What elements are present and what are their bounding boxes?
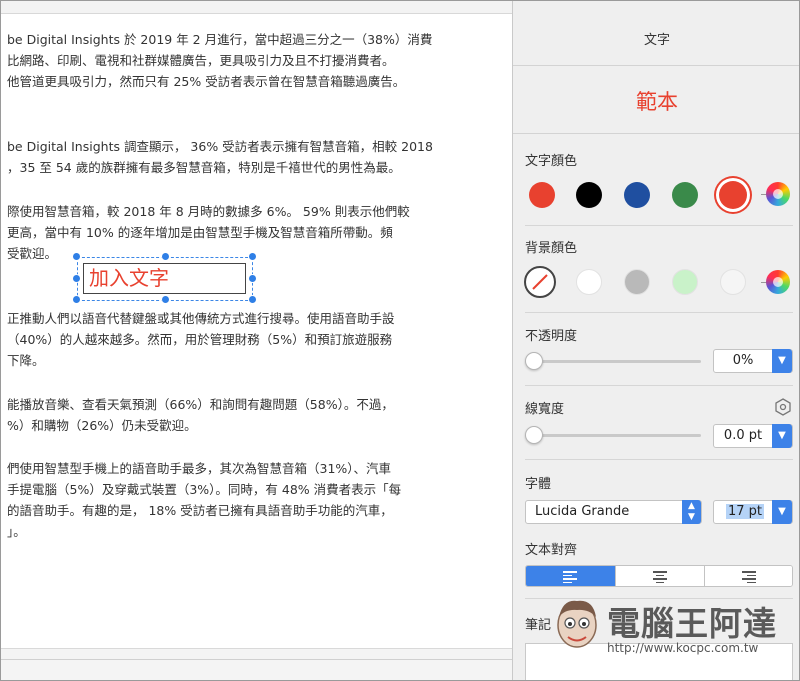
resize-handle-right[interactable] xyxy=(248,274,257,283)
resize-handle-bottom-right[interactable] xyxy=(248,295,257,304)
opacity-slider-knob[interactable] xyxy=(525,352,543,370)
align-center-button[interactable] xyxy=(615,566,704,586)
opacity-slider[interactable] xyxy=(525,360,701,363)
resize-handle-bottom-left[interactable] xyxy=(72,295,81,304)
text-annotation-content[interactable]: 加入文字 xyxy=(89,265,169,292)
document-paragraph: 們使用智慧型手機上的語音助手最多，其次為智慧音箱（31%）、汽車 手提電腦（5%… xyxy=(7,458,401,542)
text-color-swatch[interactable] xyxy=(672,182,698,208)
line-width-slider-knob[interactable] xyxy=(525,426,543,444)
document-canvas[interactable]: be Digital Insights 於 2019 年 2 月進行，當中超過三… xyxy=(0,0,512,681)
font-label: 字體 xyxy=(525,477,552,492)
text-annotation-box[interactable]: 加入文字 xyxy=(72,252,257,304)
line-width-value[interactable]: 0.0 pt xyxy=(714,428,772,443)
no-fill-swatch-icon[interactable] xyxy=(524,266,556,298)
align-left-button[interactable] xyxy=(526,566,615,586)
text-color-swatch[interactable] xyxy=(719,181,747,209)
font-family-select[interactable]: Lucida Grande ▲ ▼ xyxy=(525,500,702,524)
document-paragraph: 能播放音樂、查看天氣預測（66%）和詢問有趣問題（58%）。不過， %）和購物（… xyxy=(7,394,394,436)
watermark-url: http://www.kocpc.com.tw xyxy=(607,641,759,655)
align-center-icon xyxy=(653,571,667,585)
font-family-value[interactable]: Lucida Grande xyxy=(535,504,629,519)
opacity-stepper[interactable]: 0% ▼ xyxy=(713,349,793,373)
chevron-down-icon[interactable]: ▼ xyxy=(772,349,792,373)
opacity-label: 不透明度 xyxy=(525,329,578,344)
text-line: 更高，當中有 10% 的逐年增加是由智慧型手機及智慧音箱所帶動。頻 xyxy=(7,225,393,240)
text-line: 下降。 xyxy=(7,353,45,368)
text-line: 際使用智慧音箱，較 2018 年 8 月時的數據多 6%。 59% 則表示他們較 xyxy=(7,204,410,219)
resize-handle-left[interactable] xyxy=(72,274,81,283)
document-ruler xyxy=(0,0,512,14)
text-alignment-segmented-control[interactable] xyxy=(525,565,793,587)
line-width-slider[interactable] xyxy=(525,434,701,437)
document-paragraph: be Digital Insights 於 2019 年 2 月進行，當中超過三… xyxy=(7,29,432,92)
text-line: 」。 xyxy=(7,524,26,539)
text-line: 們使用智慧型手機上的語音助手最多，其次為智慧音箱（31%）、汽車 xyxy=(7,461,392,476)
opacity-value[interactable]: 0% xyxy=(714,353,772,368)
text-style-preview: 範本 xyxy=(513,66,800,134)
text-line: %）和購物（26%）仍未受歡迎。 xyxy=(7,418,197,433)
resize-handle-top-left[interactable] xyxy=(72,252,81,261)
background-color-swatch[interactable] xyxy=(672,269,698,295)
divider xyxy=(0,659,512,660)
text-line: ，35 至 54 歲的族群擁有最多智慧音箱，特別是千禧世代的男性為最。 xyxy=(7,160,401,175)
resize-handle-bottom[interactable] xyxy=(161,295,170,304)
panel-header: 文字 xyxy=(513,0,800,66)
align-right-button[interactable] xyxy=(704,566,792,586)
text-annotation-frame[interactable]: 加入文字 xyxy=(83,263,246,294)
text-inspector-panel: 文字 範本 文字顏色 背景顏色 不透明度 0% ▼ 線寬度 0.0 pt ▼ 字… xyxy=(512,0,800,681)
text-style-sample: 範本 xyxy=(636,90,678,114)
alignment-label: 文本對齊 xyxy=(525,543,578,558)
chevron-up-down-icon[interactable]: ▲ ▼ xyxy=(682,500,701,524)
background-color-swatch[interactable] xyxy=(624,269,650,295)
panel-title: 文字 xyxy=(643,33,670,48)
document-paragraph: 正推動人們以語音代替鍵盤或其他傳統方式進行搜尋。使用語音助手設 （40%）的人越… xyxy=(7,308,395,371)
text-line: 比網路、印刷、電視和社群媒體廣告，更具吸引力及且不打擾消費者。 xyxy=(7,53,395,68)
line-width-stepper[interactable]: 0.0 pt ▼ xyxy=(713,424,793,448)
site-watermark: 電腦王阿達 http://www.kocpc.com.tw xyxy=(545,595,785,665)
chevron-down-icon[interactable]: ▼ xyxy=(772,500,792,524)
text-color-swatch[interactable] xyxy=(529,182,555,208)
text-line: 他管道更具吸引力，然而只有 25% 受訪者表示曾在智慧音箱聽過廣告。 xyxy=(7,74,406,89)
text-color-label: 文字顏色 xyxy=(525,154,578,169)
text-line: 正推動人們以語音代替鍵盤或其他傳統方式進行搜尋。使用語音助手設 xyxy=(7,311,395,326)
background-color-swatch[interactable] xyxy=(720,269,746,295)
align-right-icon xyxy=(742,571,756,585)
divider xyxy=(525,225,793,226)
chevron-down-icon[interactable]: ▼ xyxy=(772,424,792,448)
text-line: （40%）的人越來越多。然而，用於管理財務（5%）和預訂旅遊服務 xyxy=(7,332,393,347)
text-line: be Digital Insights 調查顯示， 36% 受訪者表示擁有智慧音… xyxy=(7,139,433,154)
divider xyxy=(525,385,793,386)
line-width-label: 線寬度 xyxy=(525,402,565,417)
document-footer-bar xyxy=(0,648,512,681)
document-paragraph: be Digital Insights 調查顯示， 36% 受訪者表示擁有智慧音… xyxy=(7,136,433,178)
resize-handle-top-right[interactable] xyxy=(248,252,257,261)
background-color-label: 背景顏色 xyxy=(525,241,578,256)
align-left-icon xyxy=(563,571,577,585)
text-line: 的語音助手。有趣的是， 18% 受訪者已擁有具語音助手功能的汽車， xyxy=(7,503,393,518)
text-color-swatch[interactable] xyxy=(624,182,650,208)
hexagon-settings-icon[interactable] xyxy=(775,398,791,416)
resize-handle-top[interactable] xyxy=(161,252,170,261)
document-paragraph: 際使用智慧音箱，較 2018 年 8 月時的數據多 6%。 59% 則表示他們較… xyxy=(7,201,410,264)
text-line: 能播放音樂、查看天氣預測（66%）和詢問有趣問題（58%）。不過， xyxy=(7,397,394,412)
text-color-swatch[interactable] xyxy=(576,182,602,208)
text-line: be Digital Insights 於 2019 年 2 月進行，當中超過三… xyxy=(7,32,433,47)
divider xyxy=(525,312,793,313)
divider xyxy=(525,459,793,460)
font-size-value[interactable]: 17 pt xyxy=(726,504,765,519)
background-color-swatch[interactable] xyxy=(576,269,602,295)
mascot-logo-icon xyxy=(557,600,597,648)
watermark-title: 電腦王阿達 xyxy=(607,604,777,643)
background-color-picker-icon[interactable] xyxy=(766,270,790,294)
text-color-picker-icon[interactable] xyxy=(766,182,790,206)
font-size-field[interactable]: 17 pt ▼ xyxy=(713,500,793,524)
text-line: 手提電腦（5%）及穿戴式裝置（3%）。同時，有 48% 消費者表示「每 xyxy=(7,482,402,497)
